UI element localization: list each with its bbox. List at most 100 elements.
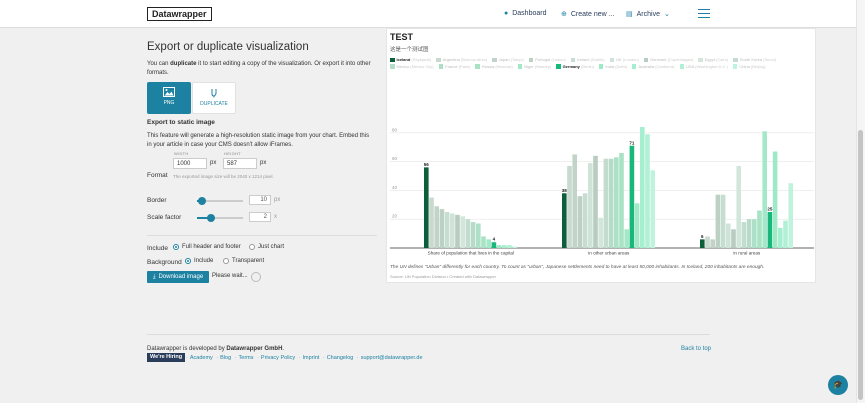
legend-name: USA: [686, 63, 696, 69]
footer-divider: [147, 334, 710, 335]
footer-link-imprint[interactable]: Imprint: [303, 355, 320, 361]
export-section-text: This feature will generate a high-resolu…: [147, 133, 370, 148]
download-icon: ⤓: [152, 273, 156, 280]
data-label: 71: [629, 140, 635, 145]
bar: [762, 131, 767, 248]
intro-text: You can duplicate it to start editing a …: [147, 60, 375, 78]
legend-swatch: [643, 57, 649, 62]
legend-city: (Seoul): [763, 57, 777, 62]
duplicate-tile[interactable]: DUPLICATE: [192, 82, 236, 114]
y-tick-label: 40: [392, 185, 398, 190]
legend-item: USA (Washington D.C.): [679, 63, 728, 71]
width-input[interactable]: 1000: [173, 158, 207, 169]
legend-city: (Dublin): [590, 57, 605, 62]
legend-item: Germany (Berlin): [556, 64, 594, 71]
chart-subtitle: 这是一个测试图: [390, 47, 429, 53]
duplicate-tile-label: DUPLICATE: [200, 101, 228, 107]
legend-name: Germany: [562, 63, 582, 69]
legend-name: China: [739, 63, 751, 69]
footer-link-blog[interactable]: Blog: [220, 355, 231, 361]
download-image-button[interactable]: ⤓ Download image: [147, 271, 209, 283]
data-label: 25: [767, 207, 773, 212]
folder-icon: ▤: [626, 11, 633, 18]
fork-icon: [211, 89, 217, 98]
y-tick-label: 80: [392, 127, 398, 132]
legend-name: India: [605, 63, 616, 69]
border-slider[interactable]: [197, 197, 243, 205]
chevron-down-icon: ⌄: [663, 11, 670, 18]
nav-archive[interactable]: ▤ Archive ⌄: [626, 10, 670, 19]
bar: [640, 127, 645, 248]
legend-name: Japan: [498, 57, 511, 62]
legend-name: Niger: [524, 63, 535, 69]
radio-selected-icon: [185, 258, 191, 264]
footer-links: · Academy · Blog · Terms · Privacy Policy · I…: [186, 355, 423, 361]
legend-swatch: [631, 64, 637, 69]
footer-link-privacy[interactable]: Privacy Policy: [261, 355, 295, 361]
back-to-top-link[interactable]: Back to top: [681, 346, 711, 352]
footer-link-terms[interactable]: Terms: [239, 355, 254, 361]
bar: [705, 236, 710, 248]
hiring-badge[interactable]: We're Hiring: [147, 353, 186, 362]
footer-about: Datawrapper is developed by Datawrapper …: [147, 346, 284, 352]
image-icon: [163, 87, 175, 97]
legend-city: (Paris): [458, 63, 471, 69]
include-full-header-radio[interactable]: Full header and footer: [173, 244, 241, 250]
scale-slider-knob[interactable]: [206, 214, 215, 222]
legend-name: Australia: [638, 63, 656, 69]
height-input[interactable]: 587: [223, 158, 257, 169]
legend-item: France (Paris): [438, 63, 471, 71]
chart-legend: Iceland (Reykjavik) Argentina (Buenos Air…: [390, 57, 800, 70]
scale-factor-slider[interactable]: [197, 214, 243, 222]
bar: [752, 219, 757, 248]
bar: [470, 222, 476, 248]
border-value-input[interactable]: 10: [249, 195, 271, 205]
bar: [741, 222, 747, 248]
legend-city: (Tokyo): [510, 57, 524, 62]
include-just-chart-label: Just chart: [258, 244, 285, 250]
legend-name: Ireland: [577, 57, 591, 62]
bar: [455, 214, 460, 248]
footer-link-changelog[interactable]: Changelog: [327, 355, 354, 361]
background-transparent-label: Transparent: [232, 258, 265, 264]
bar: [434, 206, 439, 248]
bar: [486, 239, 491, 248]
bar: [429, 197, 434, 248]
scale-factor-input[interactable]: 2: [249, 212, 271, 222]
legend-city: (Copenhagen): [667, 57, 694, 62]
nav-dashboard[interactable]: ● Dashboard: [504, 10, 546, 17]
footer-link-support[interactable]: support@datawrapper.de: [361, 355, 423, 361]
include-just-chart-radio[interactable]: Just chart: [249, 244, 284, 250]
legend-swatch: [528, 57, 534, 62]
background-include-label: Include: [194, 258, 214, 264]
include-full-header-label: Full header and footer: [182, 244, 241, 250]
category-label: in rural areas: [733, 251, 761, 256]
data-label: 38: [562, 188, 568, 193]
hamburger-menu-icon[interactable]: [698, 9, 710, 18]
png-export-tile[interactable]: PNG: [147, 82, 191, 114]
nav-create-new[interactable]: ⊕ Create new ...: [561, 10, 614, 19]
datawrapper-logo[interactable]: Datawrapper: [147, 7, 212, 21]
download-image-label: Download image: [158, 274, 204, 280]
background-transparent-radio[interactable]: Transparent: [223, 258, 264, 264]
bar: [424, 167, 429, 248]
border-slider-knob[interactable]: [197, 197, 206, 205]
bar: [502, 245, 507, 248]
bar: [778, 227, 783, 248]
footer-about-pre: Datawrapper is developed by: [147, 346, 227, 352]
border-label: Border: [147, 197, 167, 204]
background-include-radio[interactable]: Include: [185, 258, 213, 264]
bar: [562, 193, 567, 248]
legend-name: Mexico: [396, 63, 411, 69]
bar: [629, 145, 635, 248]
plus-circle-icon: ⊕: [561, 11, 567, 18]
radio-unselected-icon: [223, 258, 229, 264]
status-text: Please wait...: [212, 273, 248, 279]
background-label: Background: [147, 259, 182, 266]
bar: [603, 158, 609, 248]
graduation-cap-icon[interactable]: 🎓: [828, 375, 848, 395]
legend-swatch: [492, 57, 497, 62]
footer-link-academy[interactable]: Academy: [190, 355, 213, 361]
legend-swatch: [733, 57, 738, 62]
scrollbar-thumb[interactable]: [858, 130, 863, 400]
